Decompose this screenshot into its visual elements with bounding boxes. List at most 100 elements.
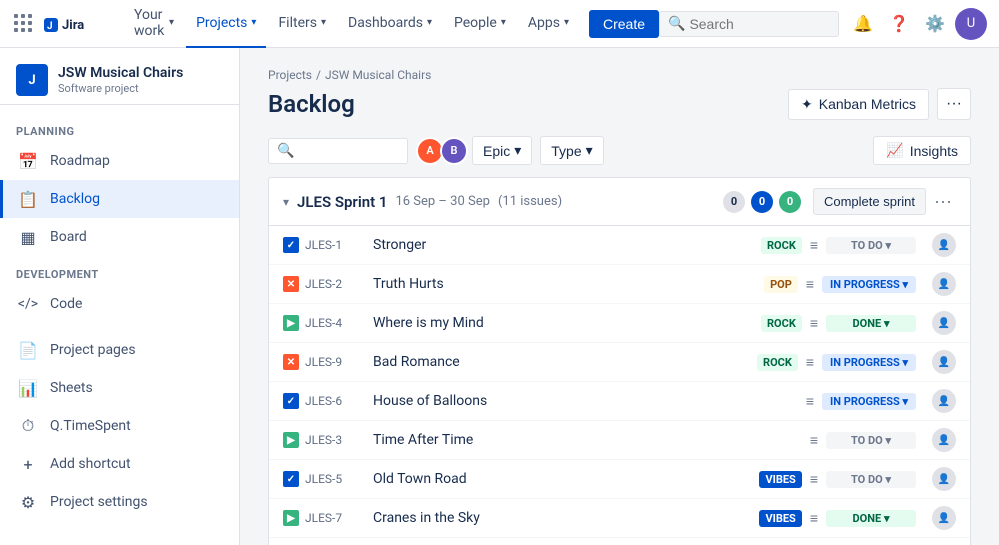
sprint-badge-blue: 0 [751, 191, 773, 213]
sidebar-project-header: J JSW Musical Chairs Software project [0, 48, 239, 105]
topnav-yourwork[interactable]: Your work ▾ [124, 0, 184, 48]
kanban-metrics-button[interactable]: ✦ Kanban Metrics [788, 89, 929, 120]
status-badge[interactable]: DONE ▾ [826, 510, 916, 527]
backlog-icon: 📋 [16, 187, 40, 211]
search-box[interactable]: 🔍 [659, 11, 839, 37]
issue-name: Cranes in the Sky [373, 510, 751, 526]
layout: J JSW Musical Chairs Software project PL… [0, 48, 999, 545]
issue-label: POP [764, 276, 798, 293]
sidebar-item-board[interactable]: ▦ Board [0, 218, 239, 256]
search-input[interactable] [298, 143, 399, 159]
grid-icon[interactable] [12, 12, 36, 36]
sidebar-item-project-settings[interactable]: ⚙ Project settings [0, 483, 239, 521]
sidebar-item-label: Backlog [50, 191, 100, 207]
breadcrumb: Projects / JSW Musical Chairs [268, 68, 971, 82]
sprint-dates: 16 Sep – 30 Sep [395, 194, 489, 209]
issue-id: JLES-2 [305, 277, 365, 291]
roadmap-icon: 📅 [16, 149, 40, 173]
sprint-name: JLES Sprint 1 [297, 193, 387, 211]
sidebar-item-label: Board [50, 229, 87, 245]
status-badge[interactable]: IN PROGRESS ▾ [822, 393, 916, 410]
issue-row[interactable]: ▶ JLES-8 212 VIBES ≡ IN PROGRESS ▾ 👤 [269, 538, 970, 545]
sprint-header[interactable]: ▾ JLES Sprint 1 16 Sep – 30 Sep (11 issu… [269, 178, 970, 226]
notifications-icon[interactable]: 🔔 [847, 8, 879, 40]
sheets-icon: 📊 [16, 376, 40, 400]
avatar-group: A B [416, 137, 464, 165]
search-input[interactable] [689, 16, 830, 32]
status-badge[interactable]: IN PROGRESS ▾ [822, 276, 916, 293]
sidebar-item-project-pages[interactable]: 📄 Project pages [0, 331, 239, 369]
issue-type-icon: ✓ [283, 393, 299, 409]
sprint-badges: 0 0 0 [723, 191, 801, 213]
sprint-badge-grey: 0 [723, 191, 745, 213]
sidebar-item-qtimespent[interactable]: ⏱ Q.TimeSpent [0, 407, 239, 445]
issue-row[interactable]: ▶ JLES-4 Where is my Mind ROCK ≡ DONE ▾ … [269, 304, 970, 343]
issue-row[interactable]: ▶ JLES-7 Cranes in the Sky VIBES ≡ DONE … [269, 499, 970, 538]
complete-sprint-button[interactable]: Complete sprint [813, 188, 926, 215]
issue-type-icon: ▶ [283, 315, 299, 331]
sprint-chevron-icon[interactable]: ▾ [283, 195, 289, 209]
settings-icon[interactable]: ⚙️ [919, 8, 951, 40]
avatar-2[interactable]: B [440, 137, 468, 165]
pages-icon: 📄 [16, 338, 40, 362]
epic-filter[interactable]: Epic ▾ [472, 136, 532, 165]
issue-type-icon: ✓ [283, 471, 299, 487]
sprint-section: ▾ JLES Sprint 1 16 Sep – 30 Sep (11 issu… [268, 177, 971, 545]
create-button[interactable]: Create [589, 10, 659, 38]
topnav-filters[interactable]: Filters ▾ [268, 0, 336, 48]
breadcrumb-project-name[interactable]: JSW Musical Chairs [325, 68, 431, 82]
sidebar-project-type: Software project [58, 82, 183, 95]
issue-row[interactable]: ✓ JLES-1 Stronger ROCK ≡ TO DO ▾ 👤 [269, 226, 970, 265]
sidebar-item-sheets[interactable]: 📊 Sheets [0, 369, 239, 407]
topnav-people[interactable]: People ▾ [444, 0, 516, 48]
status-badge[interactable]: TO DO ▾ [826, 471, 916, 488]
type-filter[interactable]: Type ▾ [540, 136, 603, 165]
sidebar-item-label: Q.TimeSpent [50, 418, 131, 434]
sidebar-item-roadmap[interactable]: 📅 Roadmap [0, 142, 239, 180]
issue-row[interactable]: ✓ JLES-5 Old Town Road VIBES ≡ TO DO ▾ 👤 [269, 460, 970, 499]
sidebar-item-add-shortcut[interactable]: + Add shortcut [0, 445, 239, 483]
issue-name: House of Balloons [373, 393, 798, 409]
sidebar-item-label: Code [50, 296, 82, 312]
board-icon: ▦ [16, 225, 40, 249]
assignee-avatar: 👤 [932, 389, 956, 413]
kanban-metrics-icon: ✦ [801, 96, 813, 113]
issue-name: Stronger [373, 237, 753, 253]
insights-button[interactable]: 📈 Insights [873, 136, 971, 165]
more-button[interactable]: ··· [937, 88, 971, 120]
issue-row[interactable]: ✓ JLES-6 House of Balloons ≡ IN PROGRESS… [269, 382, 970, 421]
sidebar-project-name: JSW Musical Chairs [58, 65, 183, 82]
issue-type-icon: ✕ [283, 276, 299, 292]
user-avatar[interactable]: U [955, 8, 987, 40]
assignee-avatar: 👤 [932, 350, 956, 374]
topnav-projects[interactable]: Projects ▾ [186, 0, 266, 48]
topnav-apps[interactable]: Apps ▾ [518, 0, 579, 48]
priority-icon: ≡ [810, 315, 818, 332]
svg-text:Jira: Jira [62, 18, 84, 33]
sidebar-item-label: Project settings [50, 494, 148, 510]
issue-id: JLES-3 [305, 433, 365, 447]
status-badge[interactable]: DONE ▾ [826, 315, 916, 332]
status-badge[interactable]: IN PROGRESS ▾ [822, 354, 916, 371]
chevron-down-icon: ▾ [501, 17, 506, 28]
issue-row[interactable]: ✕ JLES-9 Bad Romance ROCK ≡ IN PROGRESS … [269, 343, 970, 382]
sidebar-item-backlog[interactable]: 📋 Backlog [0, 180, 239, 218]
status-badge[interactable]: TO DO ▾ [826, 432, 916, 449]
jira-logo[interactable]: J Jira [44, 14, 104, 34]
status-badge[interactable]: TO DO ▾ [826, 237, 916, 254]
priority-icon: ≡ [810, 471, 818, 488]
topnav-dashboards[interactable]: Dashboards ▾ [338, 0, 442, 48]
page-title: Backlog [268, 90, 355, 118]
help-icon[interactable]: ❓ [883, 8, 915, 40]
issue-row[interactable]: ✕ JLES-2 Truth Hurts POP ≡ IN PROGRESS ▾… [269, 265, 970, 304]
issue-row[interactable]: ▶ JLES-3 Time After Time ≡ TO DO ▾ 👤 [269, 421, 970, 460]
insights-icon: 📈 [886, 142, 903, 159]
development-section-label: DEVELOPMENT [0, 256, 239, 285]
sprint-more-button[interactable]: ··· [930, 191, 956, 212]
sprint-count: (11 issues) [498, 194, 562, 209]
breadcrumb-projects[interactable]: Projects [268, 68, 312, 82]
priority-icon: ≡ [810, 237, 818, 254]
issue-label: ROCK [757, 354, 798, 371]
backlog-search[interactable]: 🔍 [268, 138, 408, 164]
sidebar-item-code[interactable]: </> Code [0, 285, 239, 323]
